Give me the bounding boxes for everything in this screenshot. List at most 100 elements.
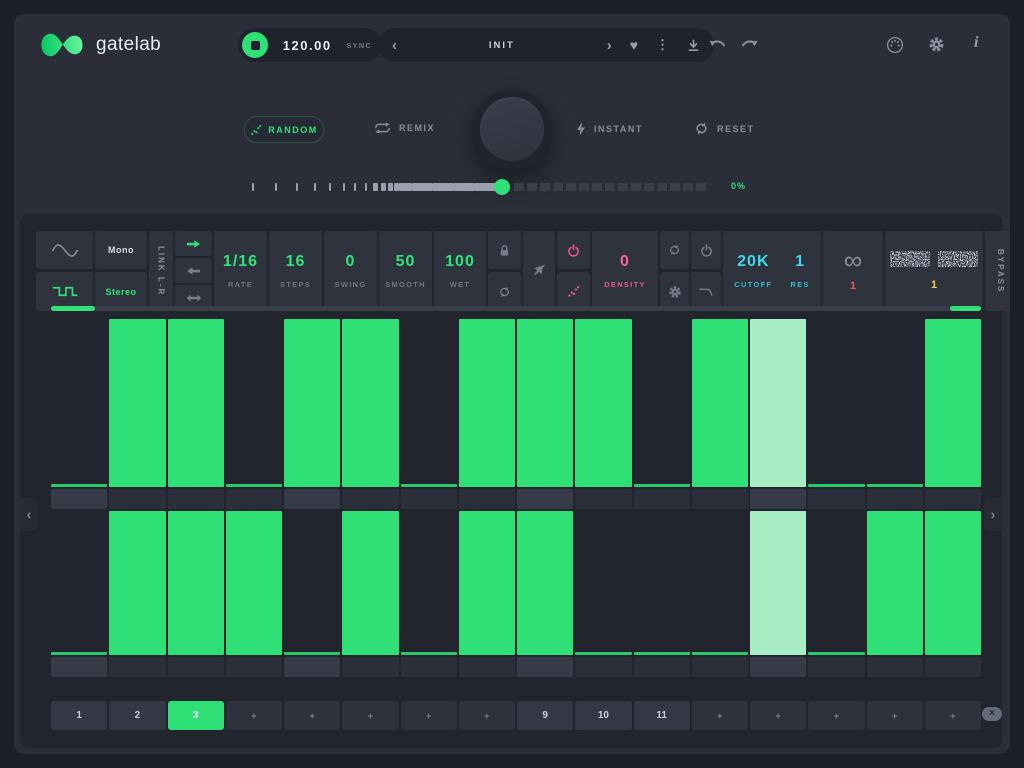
step-cell[interactable] (226, 319, 282, 487)
lock-button[interactable] (488, 231, 521, 269)
step-cell[interactable] (634, 511, 690, 655)
settings-gear-icon[interactable] (928, 36, 945, 53)
density-value: 0 (620, 253, 630, 271)
step-cell[interactable] (634, 319, 690, 487)
bpm-value[interactable]: 120.00 (283, 38, 332, 53)
step-cell[interactable] (342, 319, 398, 487)
step-cell[interactable] (808, 319, 864, 487)
undo-icon[interactable] (708, 37, 727, 50)
smooth-control[interactable]: 50 SMOOTH (379, 231, 432, 311)
step-cell[interactable] (401, 319, 457, 487)
preset-name[interactable]: INIT (397, 40, 607, 51)
add-page-button[interactable]: + (867, 701, 923, 730)
instant-button[interactable]: INSTANT (576, 122, 643, 136)
add-page-button[interactable]: + (401, 701, 457, 730)
random-button[interactable]: RANDOM (244, 116, 324, 143)
step-cell[interactable] (925, 319, 981, 487)
step-cell[interactable] (459, 511, 515, 655)
page-button-10[interactable]: 10 (575, 701, 631, 730)
step-cell[interactable] (284, 511, 340, 655)
step-cell[interactable] (867, 319, 923, 487)
step-cell[interactable] (284, 319, 340, 487)
step-cell[interactable] (925, 511, 981, 655)
add-page-button[interactable]: + (692, 701, 748, 730)
add-page-button[interactable]: + (459, 701, 515, 730)
filter-cycle-button[interactable] (660, 231, 689, 269)
gear-icon (668, 285, 682, 299)
step-cell[interactable] (575, 319, 631, 487)
filter-power-button[interactable] (691, 231, 721, 269)
add-page-button[interactable]: + (750, 701, 806, 730)
add-page-button[interactable]: + (226, 701, 282, 730)
add-page-button[interactable]: + (808, 701, 864, 730)
wave-sine-button[interactable] (36, 231, 93, 269)
page-button-11[interactable]: 11 (634, 701, 690, 730)
sequencer-prev-icon[interactable]: ‹ (20, 497, 38, 531)
step-cell[interactable] (109, 511, 165, 655)
step-cell[interactable] (517, 511, 573, 655)
reset-button[interactable]: RESET (694, 122, 755, 135)
repeat-control[interactable]: ∞ 1 (823, 231, 883, 311)
wet-control[interactable]: 100 WET (434, 231, 486, 311)
stop-button[interactable] (242, 32, 268, 58)
beat-cell (51, 657, 107, 677)
step-cell[interactable] (226, 511, 282, 655)
midi-icon[interactable] (886, 36, 904, 54)
mouse-disable-button[interactable] (523, 231, 555, 311)
add-page-button[interactable]: + (284, 701, 340, 730)
add-page-button[interactable]: + (925, 701, 981, 730)
step-cell[interactable] (459, 319, 515, 487)
page-button-2[interactable]: 2 (109, 701, 165, 730)
steps-control[interactable]: 16 STEPS (269, 231, 322, 311)
step-cell[interactable] (109, 319, 165, 487)
gate-knob[interactable] (471, 88, 553, 170)
step-cell[interactable] (808, 511, 864, 655)
step-cell[interactable] (51, 511, 107, 655)
step-cell[interactable] (51, 319, 107, 487)
step-cell[interactable] (342, 511, 398, 655)
step-cell[interactable] (692, 319, 748, 487)
mono-button[interactable]: Mono (95, 231, 147, 269)
sequencer-next-icon[interactable]: › (984, 497, 1002, 531)
bypass-button[interactable]: BYPASS (985, 231, 1010, 311)
step-cell[interactable] (517, 319, 573, 487)
flow-left-button[interactable] (175, 258, 212, 283)
sequencer-scrollbar[interactable] (51, 306, 981, 311)
step-cell[interactable] (692, 511, 748, 655)
step-cell[interactable] (168, 511, 224, 655)
redo-icon[interactable] (740, 37, 759, 50)
page-button-1[interactable]: 1 (51, 701, 107, 730)
density-control[interactable]: 0 DENSITY (592, 231, 658, 311)
swing-control[interactable]: 0 SWING (324, 231, 377, 311)
filter-control[interactable]: 20K CUTOFF 1 RES (723, 231, 821, 311)
sync-toggle[interactable]: SYNC (346, 41, 372, 50)
step-cell[interactable] (750, 319, 806, 487)
rate-control[interactable]: 1/16 RATE (214, 231, 267, 311)
step-cell[interactable] (168, 319, 224, 487)
pattern-control[interactable]: 1 (885, 231, 983, 311)
randomize-slider[interactable] (250, 180, 710, 194)
slider-value: 0% (731, 181, 746, 191)
delete-page-button[interactable]: × (982, 707, 1002, 721)
scrollbar-cap-left (51, 306, 95, 311)
preset-menu-icon[interactable]: ⋮ (656, 37, 669, 53)
info-icon[interactable]: i (974, 34, 978, 52)
step-cell[interactable] (750, 511, 806, 655)
flow-right-button[interactable] (175, 231, 212, 256)
chevron-right-icon: › (991, 506, 996, 522)
link-lr-button[interactable]: LINK L-R (149, 231, 173, 311)
favorite-icon[interactable]: ♥ (630, 37, 638, 53)
cutoff-label: CUTOFF (734, 280, 772, 289)
save-preset-icon[interactable] (687, 39, 700, 52)
preset-next-button[interactable]: › (607, 38, 612, 53)
page-button-9[interactable]: 9 (517, 701, 573, 730)
density-power-button[interactable] (557, 231, 590, 269)
step-bar (925, 319, 981, 487)
add-page-button[interactable]: + (342, 701, 398, 730)
step-cell[interactable] (401, 511, 457, 655)
slider-handle[interactable] (494, 179, 510, 195)
step-cell[interactable] (575, 511, 631, 655)
remix-button[interactable]: REMIX (374, 122, 435, 134)
page-button-3[interactable]: 3 (168, 701, 224, 730)
step-cell[interactable] (867, 511, 923, 655)
